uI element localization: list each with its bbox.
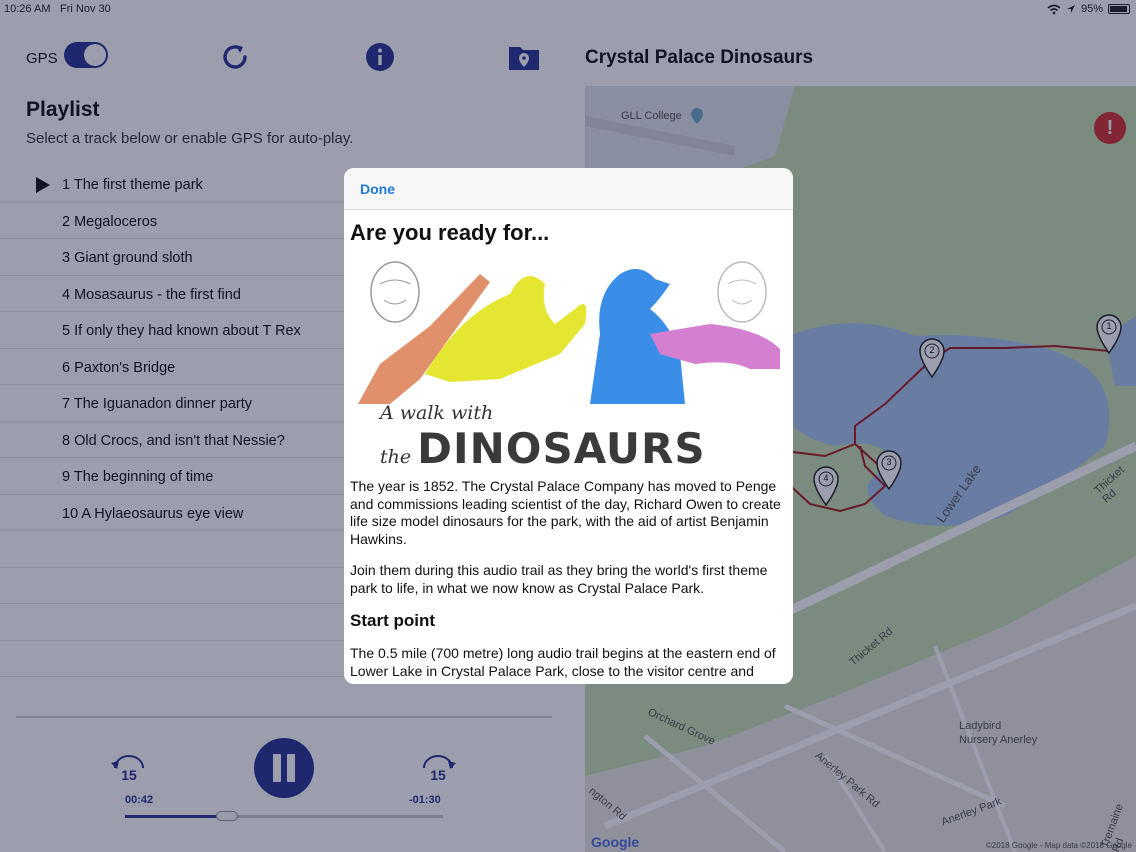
- intro-paragraph: The year is 1852. The Crystal Palace Com…: [350, 478, 781, 547]
- hero-caption-big: DINOSAURS: [417, 424, 706, 473]
- intro-paragraph-2: Join them during this audio trail as the…: [350, 562, 768, 596]
- hero-caption: A walk with the DINOSAURS: [380, 402, 787, 473]
- start-point-paragraph: The 0.5 mile (700 metre) long audio trai…: [350, 645, 776, 679]
- modal-content[interactable]: Are you ready for... A walk with the DINO…: [344, 210, 793, 684]
- start-point-heading: Start point: [350, 611, 435, 630]
- dinosaur-illustration: [358, 261, 780, 404]
- done-button[interactable]: Done: [360, 181, 395, 197]
- modal-heading: Are you ready for...: [350, 220, 550, 245]
- modal-nav-bar: Done: [344, 168, 793, 210]
- dinosaur-hero-image: A walk with the DINOSAURS: [350, 254, 787, 473]
- intro-modal: Done Are you ready for... A walk with th…: [344, 168, 793, 684]
